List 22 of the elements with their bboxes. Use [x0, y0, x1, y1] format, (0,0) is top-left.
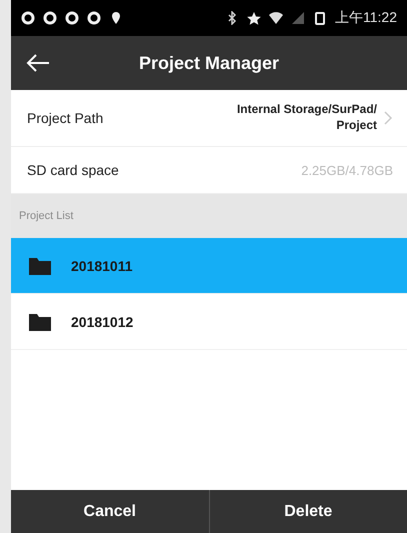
- project-item[interactable]: 20181011: [11, 238, 407, 294]
- setting-label: Project Path: [27, 110, 104, 126]
- status-time: 上午11:22: [335, 9, 397, 27]
- back-arrow-icon[interactable]: [25, 53, 51, 73]
- location-pin-icon: [109, 11, 123, 25]
- star-icon: [247, 11, 261, 25]
- clock-icon: [43, 11, 57, 25]
- project-path-row[interactable]: Project Path Internal Storage/SurPad/ Project: [11, 90, 407, 147]
- setting-value: Internal Storage/SurPad/ Project: [236, 102, 377, 134]
- battery-icon: [313, 11, 327, 25]
- screen-title: Project Manager: [138, 52, 280, 74]
- chevron-right-icon: [383, 110, 393, 126]
- setting-label: SD card space: [27, 162, 120, 178]
- setting-value: 2.25GB/4.78GB: [301, 162, 393, 178]
- folder-icon: [29, 312, 51, 330]
- notification-icon: [87, 11, 101, 25]
- folder-icon: [29, 256, 51, 274]
- signal-icon: [291, 11, 305, 25]
- section-header: Project List: [19, 210, 74, 222]
- notification-icon: [65, 11, 79, 25]
- notification-icon: [21, 11, 35, 25]
- wifi-icon: [269, 11, 283, 25]
